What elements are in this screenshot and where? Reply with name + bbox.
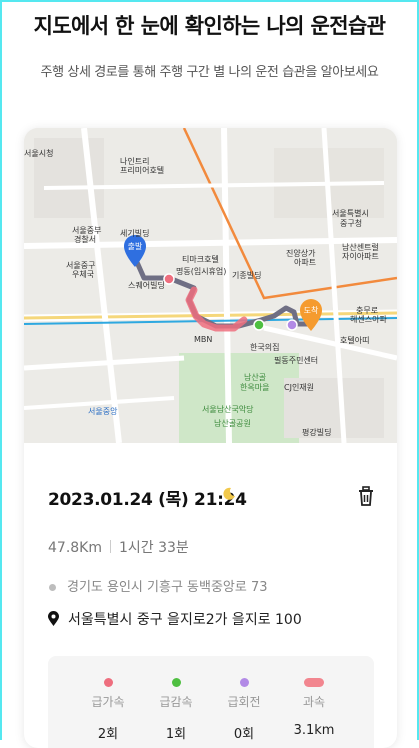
destination-row: 서울특별시 중구 을지로2가 을지로 100	[48, 609, 302, 629]
start-pin-label: 출발	[128, 241, 143, 251]
pink-pill-icon	[304, 678, 324, 687]
trip-datetime: 2023.01.24 (목) 21:24	[48, 490, 247, 510]
event-value: 2회	[97, 727, 119, 742]
page-subtitle: 주행 상세 경로를 통해 주행 구간 별 나의 운전 습관을 알아보세요	[40, 65, 379, 80]
map-label: 남산골	[244, 372, 266, 382]
map-label: 티마크호텔	[182, 255, 219, 264]
end-pin-label: 도착	[304, 306, 319, 315]
event-sharp-turn: 급회전 0회	[214, 678, 274, 742]
map-label: 기종빌딩	[232, 270, 261, 280]
destination-address: 서울특별시 중구 을지로2가 을지로 100	[68, 612, 302, 628]
trash-icon[interactable]	[356, 485, 376, 507]
event-value: 3.1km	[293, 723, 335, 738]
event-label: 급가속	[91, 695, 125, 709]
stats-divider	[110, 540, 111, 553]
map-label: 서울시청	[24, 149, 53, 158]
gray-dot-icon	[49, 583, 56, 591]
map-label: 진양상가	[286, 248, 316, 258]
map-label: 명동(임시휴업)	[176, 266, 226, 276]
event-hard-brake: 급감속 1회	[146, 678, 206, 742]
map-label: 한옥마을	[240, 383, 269, 392]
map-label: 서울중부	[72, 226, 101, 235]
map-label: 호텔아띠	[340, 335, 369, 345]
origin-row: 경기도 용인시 기흥구 동백중앙로 73	[48, 576, 268, 595]
map-label: 서울중구	[66, 261, 95, 270]
event-speeding: 과속 3.1km	[284, 678, 344, 738]
map-pin-icon	[48, 611, 59, 626]
driving-events-summary: 급가속 2회 급감속 1회 급회전 0회 과속 3.1km	[48, 656, 374, 748]
trip-stats: 47.8Km 1시간 33분	[48, 537, 189, 557]
map-label: 나인트리	[120, 156, 149, 166]
route-map[interactable]: 출발 도착 서울시청 서울중부 경찰서 서울중구 우체국 스퀘어빌딩 명동(임시…	[24, 128, 397, 443]
map-label: 남산골공원	[214, 418, 251, 428]
hard-accel-marker[interactable]	[163, 273, 175, 285]
origin-address: 경기도 용인시 기흥구 동백중앙로 73	[67, 580, 268, 595]
trip-card[interactable]: 출발 도착 서울시청 서울중부 경찰서 서울중구 우체국 스퀘어빌딩 명동(임시…	[24, 128, 397, 748]
map-label: 평강빌딩	[302, 427, 331, 437]
event-value: 0회	[233, 727, 255, 742]
event-label: 급회전	[227, 695, 261, 709]
moon-icon	[223, 487, 235, 500]
map-label: 헤센스아파	[350, 314, 387, 324]
event-hard-accel: 급가속 2회	[78, 678, 138, 742]
park-area	[179, 353, 299, 443]
trip-duration: 1시간 33분	[119, 540, 189, 556]
map-label: 스퀘어빌딩	[128, 280, 165, 290]
map-label: 필동주민센터	[274, 355, 318, 365]
map-label: 한국의집	[250, 342, 279, 352]
map-label: 충무로	[356, 306, 378, 315]
map-label: 남산센트럴	[342, 242, 379, 252]
map-label: 서울중앙	[88, 406, 118, 416]
map-label: 서울특별시	[332, 208, 369, 218]
event-value: 1회	[165, 727, 187, 742]
map-label: 자이아파트	[342, 251, 379, 261]
map-label: 세기빌딩	[120, 228, 149, 238]
hard-brake-marker[interactable]	[253, 319, 265, 331]
page-title: 지도에서 한 눈에 확인하는 나의 운전습관	[33, 14, 386, 38]
map-label: 경찰서	[74, 234, 96, 244]
map-label: CJ인재원	[284, 382, 314, 392]
map-label: 서울남산국악당	[202, 404, 254, 414]
map-label: 우체국	[72, 269, 94, 279]
map-label: 중구청	[340, 219, 362, 228]
route-map-canvas[interactable]: 출발 도착 서울시청 서울중부 경찰서 서울중구 우체국 스퀘어빌딩 명동(임시…	[24, 128, 397, 443]
map-label: 아파트	[294, 257, 316, 267]
sharp-turn-marker[interactable]	[286, 319, 298, 331]
trip-distance: 47.8Km	[48, 540, 102, 556]
green-dot-icon	[171, 678, 181, 687]
map-label: 프리미어호텔	[120, 165, 164, 175]
event-label: 과속	[302, 695, 326, 709]
map-label: MBN	[194, 335, 212, 344]
purple-dot-icon	[239, 678, 249, 687]
event-label: 급감속	[159, 695, 193, 709]
red-dot-icon	[103, 678, 113, 687]
